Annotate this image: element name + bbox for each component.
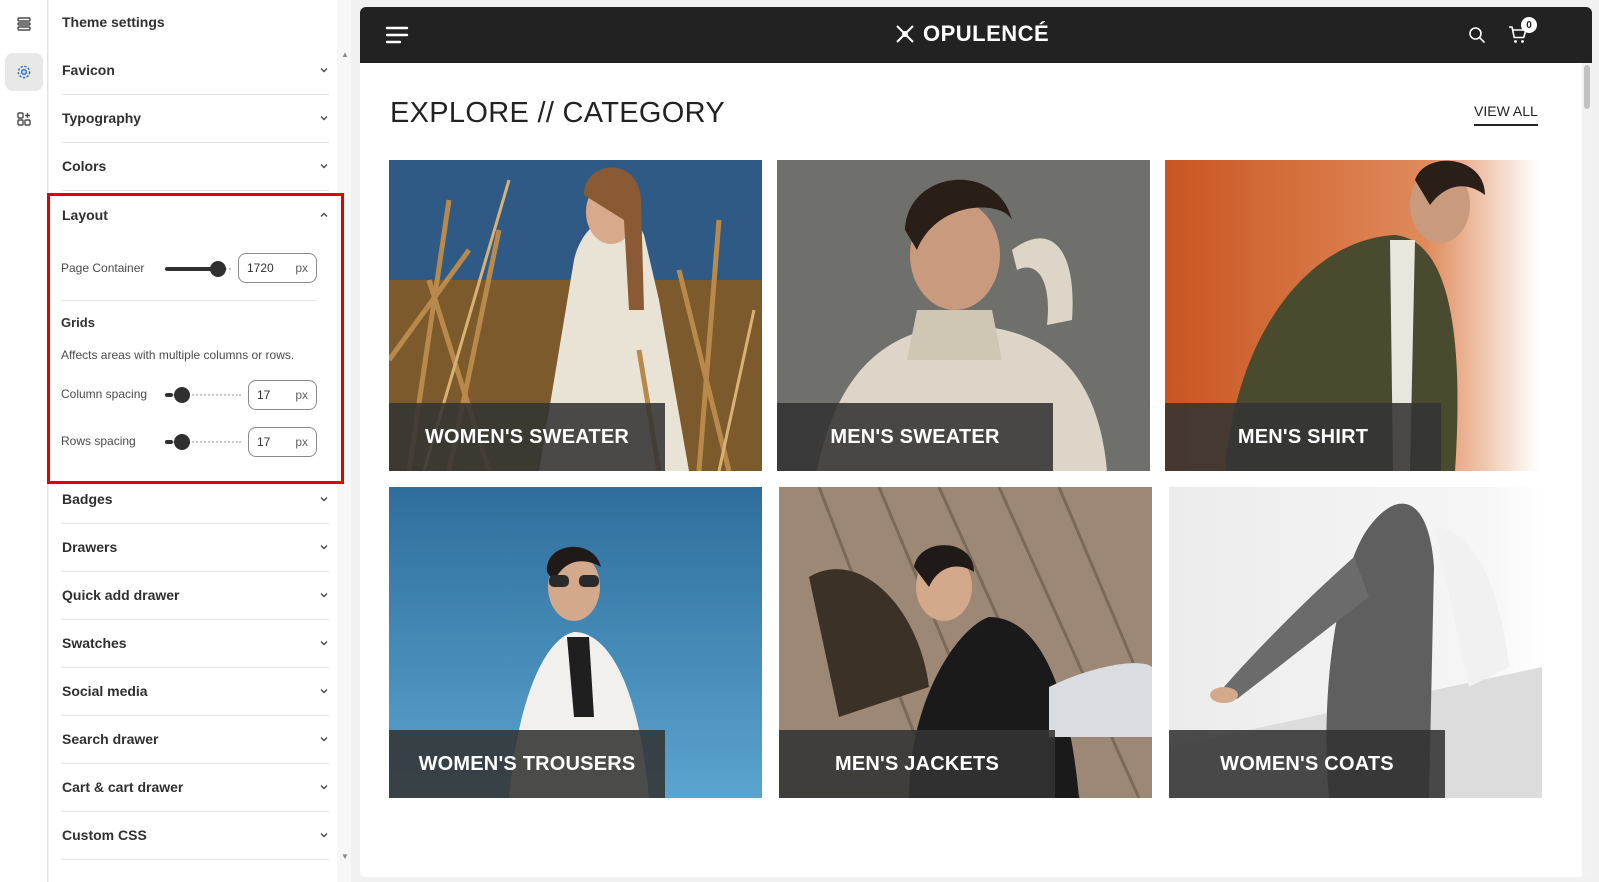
category-card-mens-shirt[interactable]: MEN'S SHIRT [1165,160,1538,471]
gear-icon [17,65,31,79]
scroll-down-icon[interactable]: ▼ [341,852,349,861]
chevron-down-icon [320,593,328,598]
sections-button[interactable] [5,5,43,43]
category-label: MEN'S SWEATER [777,403,1053,471]
chevron-down-icon [320,641,328,646]
category-card-womens-sweater[interactable]: WOMEN'S SWEATER [389,160,762,471]
section-quick-add-drawer[interactable]: Quick add drawer [62,571,329,620]
layout-highlight-frame [47,193,344,484]
chevron-down-icon [320,545,328,550]
store-header: OPULENCÉ 0 [360,7,1592,63]
search-icon[interactable] [1468,26,1486,44]
section-label: Social media [62,683,148,699]
sections-icon [17,17,31,31]
apps-button[interactable] [5,100,43,138]
chevron-down-icon [320,737,328,742]
chevron-down-icon [320,833,328,838]
section-label: Drawers [62,539,118,555]
section-label: Search drawer [62,731,159,747]
chevron-down-icon [320,689,328,694]
section-swatches[interactable]: Swatches [62,619,329,668]
chevron-down-icon [320,785,328,790]
category-label: WOMEN'S TROUSERS [389,730,665,798]
chevron-down-icon [320,497,328,502]
category-card-mens-sweater[interactable]: MEN'S SWEATER [777,160,1150,471]
section-typography[interactable]: Typography [62,94,329,143]
section-social-media[interactable]: Social media [62,667,329,716]
section-label: Custom CSS [62,827,147,843]
brand-name: OPULENCÉ [923,21,1050,46]
menu-icon[interactable] [385,24,409,46]
category-label: WOMEN'S SWEATER [389,403,665,471]
section-drawers[interactable]: Drawers [62,523,329,572]
cart-count-badge: 0 [1521,17,1537,33]
category-card-womens-coats[interactable]: WOMEN'S COATS [1169,487,1542,798]
store-preview: OPULENCÉ 0 EXPLORE // CATEGORY VIEW ALL … [360,7,1592,877]
section-title: EXPLORE // CATEGORY [390,97,725,129]
category-label: MEN'S JACKETS [779,730,1055,798]
category-card-womens-trousers[interactable]: WOMEN'S TROUSERS [389,487,762,798]
section-search-drawer[interactable]: Search drawer [62,715,329,764]
section-label: Swatches [62,635,127,651]
panel-title: Theme settings [62,14,165,30]
section-label: Quick add drawer [62,587,180,603]
app-sidebar-rail [0,0,48,882]
scroll-thumb[interactable] [1584,65,1590,109]
preview-scrollbar[interactable] [1582,63,1592,877]
section-label: Typography [62,110,142,126]
apps-icon [17,112,31,126]
chevron-down-icon [320,164,328,169]
logo-mark-icon [896,25,914,43]
section-label: Cart & cart drawer [62,779,184,795]
section-favicon[interactable]: Favicon [62,46,329,95]
section-cart-drawer[interactable]: Cart & cart drawer [62,763,329,812]
chevron-down-icon [320,116,328,121]
category-label: WOMEN'S COATS [1169,730,1445,798]
store-logo[interactable]: OPULENCÉ [893,21,1049,47]
chevron-down-icon [320,68,328,73]
section-label: Colors [62,158,107,174]
category-label: MEN'S SHIRT [1165,403,1441,471]
theme-settings-button[interactable] [5,53,43,91]
scroll-up-icon[interactable]: ▲ [341,50,349,59]
section-label: Badges [62,491,113,507]
view-all-link[interactable]: VIEW ALL [1474,103,1538,126]
section-label: Favicon [62,62,115,78]
section-colors[interactable]: Colors [62,142,329,191]
category-card-mens-jackets[interactable]: MEN'S JACKETS [779,487,1152,798]
section-custom-css[interactable]: Custom CSS [62,811,329,860]
